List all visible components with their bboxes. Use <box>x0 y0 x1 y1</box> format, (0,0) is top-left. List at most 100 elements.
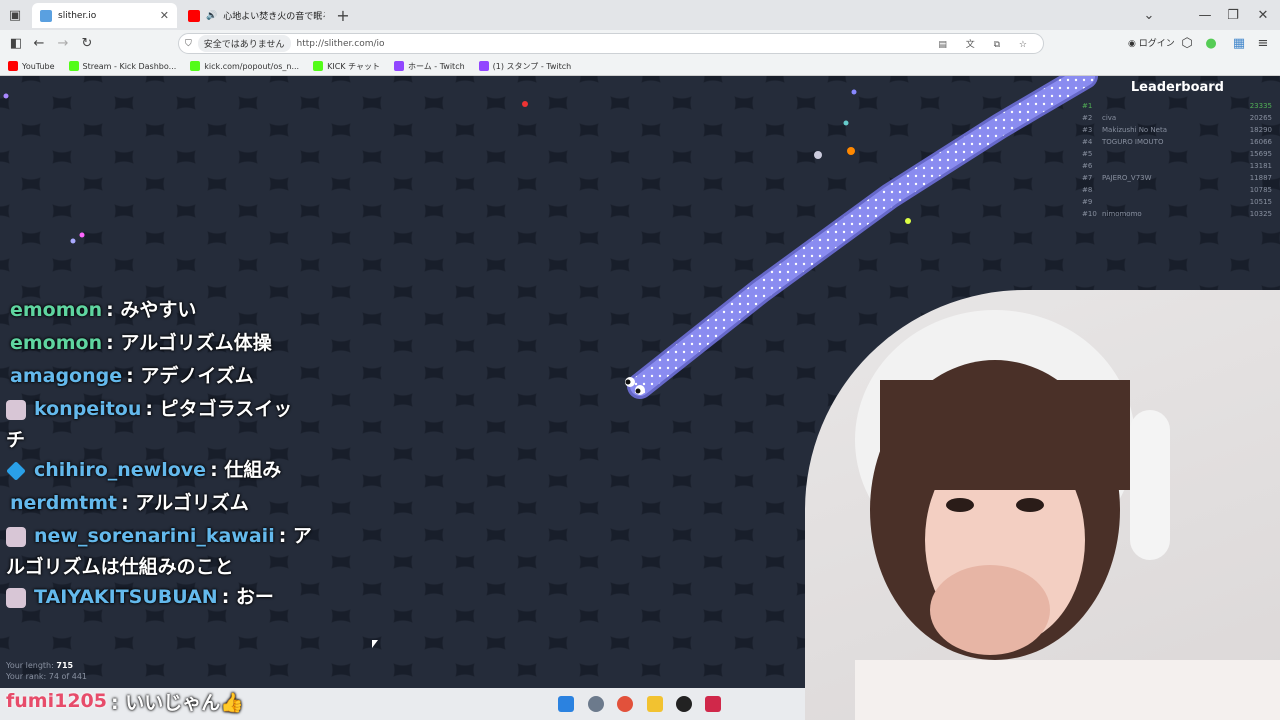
extension-green-icon[interactable]: ● <box>1200 32 1222 54</box>
login-label: ログイン <box>1138 39 1175 49</box>
security-warning[interactable]: 安全ではありません <box>197 35 291 52</box>
chat-message: nerdmtmt: アルゴリズム <box>6 487 316 520</box>
chat-text: : みやすい <box>106 299 197 321</box>
firefox-icon[interactable] <box>617 696 633 712</box>
chat-username: emomon <box>10 332 103 354</box>
snake-pupil <box>635 388 641 394</box>
user-avatar-icon <box>6 587 26 608</box>
leaderboard-row: #7 PAJERO_V73W 11887 <box>1082 172 1272 184</box>
tab-slither[interactable]: slither.io ✕ <box>32 3 177 28</box>
food-pellet <box>70 238 76 244</box>
tab-strip: ▣ slither.io ✕ 🔊 心地よい焚き火の音で眠る前 ✕ + ⌄ — ❐… <box>0 0 1280 30</box>
extensions-icon[interactable]: ⬡ <box>1176 32 1198 54</box>
new-tab-button[interactable]: + <box>332 4 354 26</box>
leaderboard-name: nimomomo <box>1102 210 1142 218</box>
user-avatar-icon <box>6 399 26 420</box>
leaderboard-score: 20265 <box>1249 114 1272 122</box>
chevron-down-icon[interactable]: ⌄ <box>1138 4 1160 26</box>
minimize-icon[interactable]: — <box>1194 4 1216 26</box>
leaderboard-score: 15695 <box>1249 150 1272 158</box>
leaderboard-name: civa <box>1102 114 1117 122</box>
login-button[interactable]: ◉ ログイン <box>1128 36 1175 49</box>
forward-icon[interactable]: → <box>52 32 74 54</box>
settings-icon[interactable] <box>588 696 604 712</box>
extension-blue-icon[interactable]: ▦ <box>1228 32 1250 54</box>
leaderboard-rank: #6 <box>1082 162 1093 170</box>
bookmark-item[interactable]: kick.com/popout/os_n... <box>190 61 299 71</box>
leaderboard-rank: #10 <box>1082 210 1097 218</box>
address-bar[interactable]: ⛉ 安全ではありません http://slither.com/io ▤ 文 ⧉ … <box>178 33 1044 54</box>
windows-start-icon[interactable] <box>558 696 574 712</box>
file-explorer-icon[interactable] <box>647 696 663 712</box>
back-icon[interactable]: ← <box>28 32 50 54</box>
obs-icon[interactable] <box>676 696 692 712</box>
chat-username: nerdmtmt <box>10 492 118 514</box>
player-stats: Your length: 715 Your rank: 74 of 441 <box>6 660 87 682</box>
chat-username: fumi1205 <box>6 690 107 712</box>
leaderboard: Leaderboard #1 23335 #2 civa 20265 #3 Makizush… <box>1082 80 1272 220</box>
leaderboard-score: 23335 <box>1249 102 1272 110</box>
chat-username: amagonge <box>10 365 123 387</box>
leaderboard-row: #10 nimomomo 10325 <box>1082 208 1272 220</box>
leaderboard-row: #8 10785 <box>1082 184 1272 196</box>
leaderboard-score: 18290 <box>1249 126 1272 134</box>
eye <box>1016 498 1044 512</box>
address-actions-icon[interactable]: ▤ 文 ⧉ ☆ <box>938 37 1035 50</box>
leaderboard-score: 11887 <box>1249 174 1272 182</box>
speaker-icon: 🔊 <box>206 10 218 21</box>
shirt <box>855 660 1280 720</box>
food-pellet <box>905 218 911 224</box>
bookmark-item[interactable]: Stream - Kick Dashbo... <box>68 61 176 71</box>
browser-window: ▣ slither.io ✕ 🔊 心地よい焚き火の音で眠る前 ✕ + ⌄ — ❐… <box>0 0 1280 76</box>
leaderboard-row: #5 15695 <box>1082 148 1272 160</box>
food-pellet <box>3 93 9 99</box>
bookmark-label: (1) スタンプ - Twitch <box>492 61 572 71</box>
leaderboard-score: 10325 <box>1249 210 1272 218</box>
mouse-cursor <box>372 640 378 648</box>
chat-text: : ア <box>278 525 312 547</box>
cube-badge-icon <box>6 460 26 481</box>
bookmark-label: ホーム - Twitch <box>408 61 465 71</box>
chat-username: TAIYAKITSUBUAN <box>34 586 218 608</box>
chat-message: chihiro_newlove: 仕組み <box>6 454 316 487</box>
maximize-icon[interactable]: ❐ <box>1222 4 1244 26</box>
chat-overlay: emomon: みやすい emomon: アルゴリズム体操 amagonge: アデ… <box>6 294 316 614</box>
chat-message-latest: fumi1205 : いいじゃん👍 <box>6 686 244 716</box>
leaderboard-rank: #9 <box>1082 198 1093 206</box>
bookmark-item[interactable]: ホーム - Twitch <box>394 61 465 72</box>
food-pellet <box>851 89 857 95</box>
leaderboard-rank: #2 <box>1082 114 1093 122</box>
bookmark-favicon-icon <box>190 61 201 71</box>
chat-text: : アルゴリズム体操 <box>106 332 272 354</box>
leaderboard-row: #3 Makizushi No Neta 18290 <box>1082 124 1272 136</box>
menu-icon[interactable]: ≡ <box>1252 32 1274 54</box>
leaderboard-row: #4 TOGURO IMOUTO 16066 <box>1082 136 1272 148</box>
bookmark-favicon-icon <box>8 61 18 71</box>
sidebar-icon[interactable]: ◧ <box>5 32 27 54</box>
bookmark-item[interactable]: KICK チャット <box>313 61 380 72</box>
hands <box>930 565 1050 655</box>
leaderboard-row: #1 23335 <box>1082 100 1272 112</box>
chat-username: new_sorenarini_kawaii <box>34 525 275 547</box>
chat-message: emomon: アルゴリズム体操 <box>6 327 316 360</box>
leaderboard-score: 13181 <box>1249 162 1272 170</box>
tab-title: slither.io <box>58 10 97 21</box>
length-value: 715 <box>56 661 74 670</box>
bookmark-item[interactable]: (1) スタンプ - Twitch <box>478 61 572 72</box>
chat-username: emomon <box>10 299 103 321</box>
snake-pupil <box>625 379 631 385</box>
leaderboard-rank: #7 <box>1082 174 1093 182</box>
reload-icon[interactable]: ↻ <box>76 32 98 54</box>
shield-icon[interactable]: ⛉ <box>185 39 192 49</box>
tab-youtube[interactable]: 🔊 心地よい焚き火の音で眠る前 ✕ <box>180 3 325 28</box>
food-pellet <box>814 151 822 159</box>
close-window-icon[interactable]: ✕ <box>1252 4 1274 26</box>
leaderboard-score: 16066 <box>1249 138 1272 146</box>
leaderboard-name: Makizushi No Neta <box>1102 126 1168 134</box>
close-tab-icon[interactable]: ✕ <box>160 9 169 22</box>
url-text[interactable]: http://slither.com/io <box>297 39 385 49</box>
app-red-icon[interactable] <box>705 696 721 712</box>
chat-text: : おー <box>221 586 274 608</box>
tab-actions-icon[interactable]: ▣ <box>4 4 26 26</box>
bookmark-item[interactable]: YouTube <box>8 61 55 71</box>
